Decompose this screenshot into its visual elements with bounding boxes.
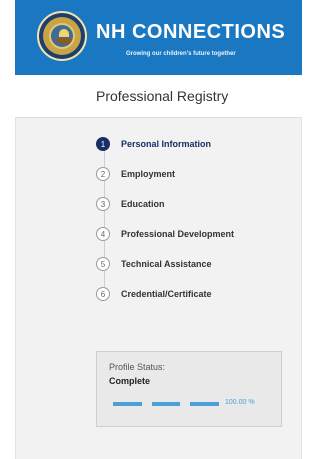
step-education[interactable]: 3 Education: [96, 196, 165, 212]
brand-tagline: Growing our children's future together: [126, 51, 236, 57]
step-number: 4: [96, 227, 110, 241]
step-number: 2: [96, 167, 110, 181]
step-label[interactable]: Employment: [121, 169, 175, 179]
progress-segment: [113, 402, 142, 406]
page-title: Professional Registry: [96, 88, 229, 104]
profile-status-value: Complete: [109, 376, 151, 386]
profile-status-card: Profile Status: Complete 100.00 %: [96, 351, 282, 427]
step-technical-assistance[interactable]: 5 Technical Assistance: [96, 256, 212, 272]
progress-segment: [190, 402, 219, 406]
title-bar: Professional Registry: [15, 75, 302, 118]
step-credential-certificate[interactable]: 6 Credential/Certificate: [96, 286, 212, 302]
progress-segment: [151, 402, 181, 406]
brand-name[interactable]: NH CONNECTIONS: [96, 21, 302, 44]
profile-progress-bar: [113, 402, 219, 406]
step-label[interactable]: Education: [121, 199, 165, 209]
step-number: 5: [96, 257, 110, 271]
step-number: 3: [96, 197, 110, 211]
step-employment[interactable]: 2 Employment: [96, 166, 175, 182]
step-label[interactable]: Professional Development: [121, 229, 234, 239]
profile-status-label: Profile Status:: [109, 362, 166, 372]
step-number: 1: [96, 137, 110, 151]
profile-progress-text: 100.00 %: [225, 399, 255, 406]
step-label[interactable]: Credential/Certificate: [121, 289, 212, 299]
step-personal-information[interactable]: 1 Personal Information: [96, 136, 211, 152]
step-label[interactable]: Personal Information: [121, 139, 211, 149]
step-professional-development[interactable]: 4 Professional Development: [96, 226, 234, 242]
step-label[interactable]: Technical Assistance: [121, 259, 212, 269]
nh-state-seal-icon[interactable]: [37, 11, 87, 61]
step-number: 6: [96, 287, 110, 301]
